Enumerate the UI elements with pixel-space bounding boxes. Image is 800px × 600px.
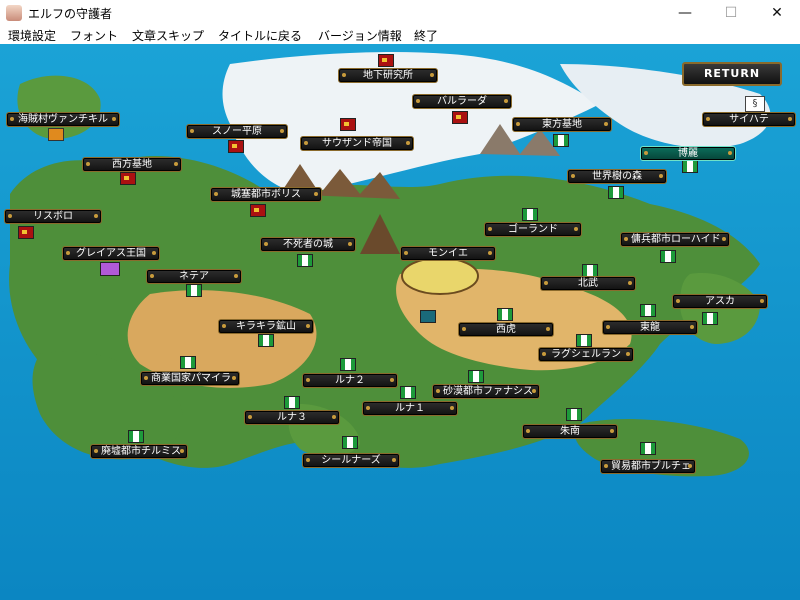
flag-seiho[interactable] xyxy=(120,172,136,185)
flag-toho[interactable] xyxy=(553,134,569,147)
loc-hokubu[interactable]: 北武 xyxy=(540,276,636,291)
loc-saihate[interactable]: サイハテ xyxy=(702,112,796,127)
loc-luna3[interactable]: ルナ３ xyxy=(244,410,340,425)
flag-seiko[interactable] xyxy=(497,308,513,321)
flag-kirakira[interactable] xyxy=(258,334,274,347)
close-button[interactable]: ✕ xyxy=(754,0,800,26)
flag-barurada[interactable] xyxy=(452,111,468,124)
loc-shogyo[interactable]: 商業国家パマイラ xyxy=(140,371,240,386)
loc-shunan[interactable]: 朱南 xyxy=(522,424,618,439)
menu-settings[interactable]: 環境設定 xyxy=(8,27,56,44)
flag-haikyo[interactable] xyxy=(128,430,144,443)
loc-moniye[interactable]: モンイエ xyxy=(400,246,496,261)
loc-luna1[interactable]: ルナ１ xyxy=(362,401,458,416)
flag-shogyo[interactable] xyxy=(180,356,196,369)
loc-kirakira[interactable]: キラキラ鉱山 xyxy=(218,319,314,334)
loc-raguseru[interactable]: ラグシェルラン xyxy=(538,347,634,362)
loc-asuka[interactable]: アスカ xyxy=(672,294,768,309)
loc-barurada[interactable]: バルラーダ xyxy=(412,94,512,109)
title-bar: エルフの守護者 — ☐ ✕ xyxy=(0,0,800,27)
loc-seiko[interactable]: 西虎 xyxy=(458,322,554,337)
loc-jousai[interactable]: 城塞都市ボリス xyxy=(210,187,322,202)
loc-sekaiju[interactable]: 世界樹の森 xyxy=(567,169,667,184)
flag-asuka[interactable] xyxy=(640,304,656,317)
loc-haikyo[interactable]: 廃墟都市チルミス xyxy=(90,444,188,459)
window-title: エルフの守護者 xyxy=(28,7,113,21)
flag-netea[interactable] xyxy=(186,284,202,297)
loc-sealnaz[interactable]: シールナーズ xyxy=(302,453,400,468)
loc-touryu[interactable]: 東龍 xyxy=(602,320,698,335)
flag-greias[interactable] xyxy=(100,262,120,276)
flag-youhei[interactable] xyxy=(660,250,676,263)
flag-chika[interactable] xyxy=(378,54,394,67)
flag-asuka-2[interactable] xyxy=(702,312,718,325)
maximize-button[interactable]: ☐ xyxy=(708,0,754,26)
flag-boeki[interactable] xyxy=(640,442,656,455)
flag-moniye[interactable] xyxy=(420,310,436,323)
spiral-icon[interactable]: § xyxy=(745,96,765,112)
flag-raguseru[interactable] xyxy=(576,334,592,347)
menu-font[interactable]: フォント xyxy=(70,27,118,44)
loc-kaizoku[interactable]: 海賊村ヴァンチキル xyxy=(6,112,120,127)
flag-kaizoku[interactable] xyxy=(48,128,64,141)
loc-snow[interactable]: スノー平原 xyxy=(186,124,288,139)
loc-youhei[interactable]: 傭兵都市ローハイド xyxy=(620,232,730,247)
flag-snow[interactable] xyxy=(228,140,244,153)
flag-sabaku[interactable] xyxy=(468,370,484,383)
minimize-button[interactable]: — xyxy=(662,0,708,26)
menu-text-skip[interactable]: 文章スキップ xyxy=(132,27,204,44)
flag-luna3[interactable] xyxy=(284,396,300,409)
loc-golland[interactable]: ゴーランド xyxy=(484,222,582,237)
flag-sekaiju[interactable] xyxy=(608,186,624,199)
flag-luna1[interactable] xyxy=(400,386,416,399)
loc-netea[interactable]: ネテア xyxy=(146,269,242,284)
flag-shunan[interactable] xyxy=(566,408,582,421)
flag-thousand[interactable] xyxy=(340,118,356,131)
flag-sealnaz[interactable] xyxy=(342,436,358,449)
return-button[interactable]: RETURN xyxy=(682,62,782,86)
loc-luna2[interactable]: ルナ２ xyxy=(302,373,398,388)
loc-boeki[interactable]: 貿易都市ブルチェ xyxy=(600,459,696,474)
menu-return-title[interactable]: タイトルに戻る xyxy=(218,27,302,44)
loc-fushi[interactable]: 不死者の城 xyxy=(260,237,356,252)
loc-sabaku[interactable]: 砂漠都市ファナシス xyxy=(432,384,540,399)
menu-version-info[interactable]: バージョン情報 xyxy=(318,27,402,44)
flag-risubori[interactable] xyxy=(18,226,34,239)
flag-luna2[interactable] xyxy=(340,358,356,371)
loc-risubori[interactable]: リスボロ xyxy=(4,209,102,224)
flag-fushi[interactable] xyxy=(297,254,313,267)
loc-seiho[interactable]: 西方基地 xyxy=(82,157,182,172)
loc-thousand[interactable]: サウザンド帝国 xyxy=(300,136,414,151)
flag-golland[interactable] xyxy=(522,208,538,221)
app-icon xyxy=(6,5,22,21)
menu-exit[interactable]: 終了 xyxy=(414,27,438,44)
loc-chika[interactable]: 地下研究所 xyxy=(338,68,438,83)
loc-hakurai[interactable]: 博麗 xyxy=(640,146,736,161)
loc-greias[interactable]: グレイアス王国 xyxy=(62,246,160,261)
menu-bar: 環境設定 フォント 文章スキップ タイトルに戻る バージョン情報 終了 xyxy=(0,26,800,44)
loc-toho[interactable]: 東方基地 xyxy=(512,117,612,132)
flag-jousai[interactable] xyxy=(250,204,266,217)
flag-hakurai[interactable] xyxy=(682,160,698,173)
world-map: RETURN § 地下研究所 バルラーダ 東方基地 サイハテ 海賊村ヴァンチキル… xyxy=(0,44,800,600)
